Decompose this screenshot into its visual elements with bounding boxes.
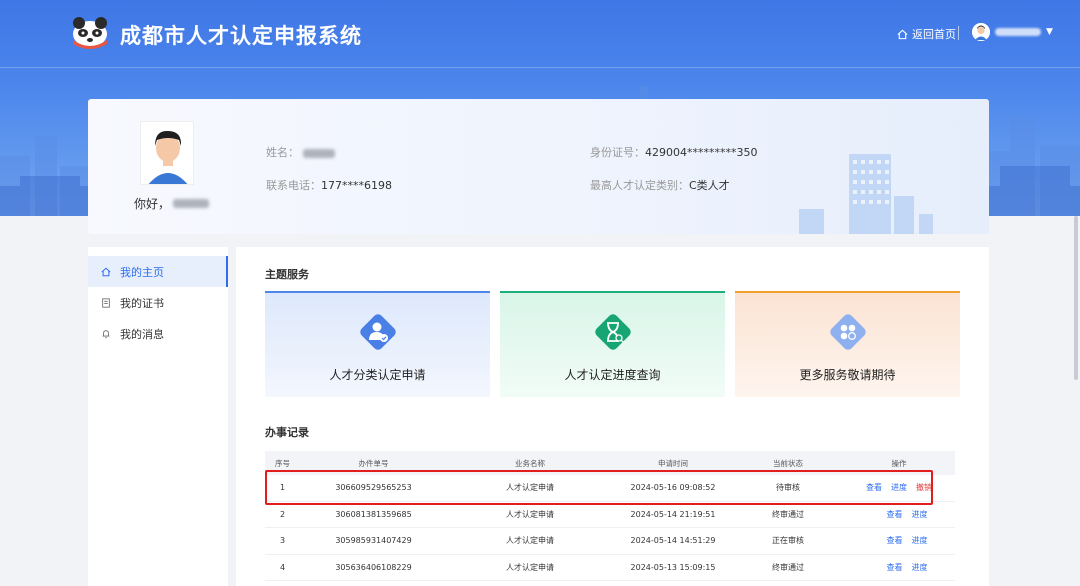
sidebar-item-home[interactable]: 我的主页 xyxy=(88,256,228,287)
caret-down-icon: ▼ xyxy=(1046,27,1053,37)
app-title: 成都市人才认定申报系统 xyxy=(120,24,362,48)
business-name: 人才认定申请 xyxy=(506,536,554,546)
user-menu[interactable]: ▼ xyxy=(972,23,1053,41)
case-id: 305985931407429 xyxy=(335,536,412,546)
avatar xyxy=(972,23,990,41)
profile-card: 你好， 姓名： 联系电话：177****6198 身份证号：429004****… xyxy=(88,99,989,234)
progress-link[interactable]: 进度 xyxy=(912,535,928,546)
records-section-title: 办事记录 xyxy=(265,426,309,439)
panda-logo-icon xyxy=(73,17,107,49)
user-check-icon xyxy=(360,314,396,350)
user-name-redacted xyxy=(173,199,210,208)
top-navigation-bar: 成都市人才认定申报系统 返回首页 ▼ xyxy=(0,0,1080,68)
id-number-field: 身份证号：429004*********350 xyxy=(590,144,758,160)
case-id: 306081381359685 xyxy=(335,509,412,519)
certificate-icon xyxy=(100,297,111,308)
highlight-annotation-box xyxy=(265,470,933,505)
phone-label: 联系电话： xyxy=(266,179,321,192)
phone-field: 联系电话：177****6198 xyxy=(266,177,392,193)
column-header: 当前状态 xyxy=(773,458,803,468)
progress-link[interactable]: 进度 xyxy=(912,562,928,573)
case-id: 305636406108229 xyxy=(335,563,412,573)
application-time: 2024-05-13 15:09:15 xyxy=(630,563,716,573)
column-header: 操作 xyxy=(891,458,907,468)
card-accent-bar xyxy=(500,291,725,293)
name-value-redacted xyxy=(302,148,335,158)
application-time: 2024-05-14 21:19:51 xyxy=(630,509,716,519)
name-field: 姓名： xyxy=(266,144,335,160)
service-card-label: 人才分类认定申请 xyxy=(329,368,426,382)
home-icon xyxy=(100,266,111,277)
status-badge: 终审通过 xyxy=(772,563,804,573)
view-link[interactable]: 查看 xyxy=(887,509,903,520)
decorative-building-graphic xyxy=(799,154,933,234)
row-number: 4 xyxy=(279,563,286,573)
table-row: 3 305985931407429 人才认定申请 2024-05-14 14:5… xyxy=(265,528,955,555)
application-time: 2024-05-14 14:51:29 xyxy=(630,536,716,546)
header-divider xyxy=(958,26,959,40)
id-number-value: 429004*********350 xyxy=(645,146,758,159)
service-card-talent-application[interactable]: 人才分类认定申请 xyxy=(265,291,490,397)
greeting-label: 你好， xyxy=(134,197,171,211)
grid-icon xyxy=(830,314,866,350)
greeting-text: 你好， xyxy=(134,195,210,212)
hourglass-search-icon xyxy=(595,314,631,350)
business-name: 人才认定申请 xyxy=(506,509,554,519)
service-card-label: 更多服务敬请期待 xyxy=(799,368,896,382)
view-link[interactable]: 查看 xyxy=(887,535,903,546)
service-card-more-services[interactable]: 更多服务敬请期待 xyxy=(735,291,960,397)
id-number-label: 身份证号： xyxy=(590,146,645,159)
row-actions: 查看 进度 xyxy=(843,509,955,520)
progress-link[interactable]: 进度 xyxy=(912,509,928,520)
view-link[interactable]: 查看 xyxy=(887,562,903,573)
column-header: 业务名称 xyxy=(515,458,545,468)
return-home-label: 返回首页 xyxy=(912,28,956,41)
talent-level-field: 最高人才认定类别：C类人才 xyxy=(590,177,730,193)
row-number: 2 xyxy=(279,509,286,519)
talent-level-value: C类人才 xyxy=(689,179,730,192)
sidebar-item-label: 我的消息 xyxy=(120,327,164,341)
bell-icon xyxy=(100,328,111,339)
sidebar-item-messages[interactable]: 我的消息 xyxy=(88,318,228,349)
sidebar-item-certificates[interactable]: 我的证书 xyxy=(88,287,228,318)
user-name-redacted xyxy=(995,28,1041,36)
service-card-progress-query[interactable]: 人才认定进度查询 xyxy=(500,291,725,397)
card-accent-bar xyxy=(735,291,960,293)
sidebar-item-label: 我的主页 xyxy=(120,265,164,279)
status-badge: 终审通过 xyxy=(772,509,804,519)
row-actions: 查看 进度 xyxy=(843,562,955,573)
page-scrollbar[interactable] xyxy=(1074,216,1078,380)
column-header: 申请时间 xyxy=(658,458,688,468)
phone-value: 177****6198 xyxy=(321,179,392,192)
services-section-title: 主题服务 xyxy=(265,268,309,281)
business-name: 人才认定申请 xyxy=(506,563,554,573)
home-icon xyxy=(897,29,908,39)
status-badge: 正在审核 xyxy=(772,536,804,546)
table-row: 2 306081381359685 人才认定申请 2024-05-14 21:1… xyxy=(265,502,955,529)
row-number: 3 xyxy=(279,536,286,546)
sidebar-item-label: 我的证书 xyxy=(120,296,164,310)
column-header: 序号 xyxy=(275,458,290,468)
table-row: 4 305636406108229 人才认定申请 2024-05-13 15:0… xyxy=(265,555,955,582)
talent-level-label: 最高人才认定类别： xyxy=(590,179,689,192)
return-home-link[interactable]: 返回首页 xyxy=(897,26,956,42)
main-panel: 主题服务 人才分类认定申请 人才认定进度查询 更多服务敬请期待 办事记录 序号 … xyxy=(236,247,989,586)
row-actions: 查看 进度 xyxy=(843,535,955,546)
card-accent-bar xyxy=(265,291,490,293)
column-header: 办件单号 xyxy=(358,458,389,468)
sidebar: 我的主页 我的证书 我的消息 xyxy=(88,247,228,586)
service-card-label: 人才认定进度查询 xyxy=(564,368,661,382)
name-label: 姓名： xyxy=(266,146,299,159)
profile-photo xyxy=(140,121,194,185)
